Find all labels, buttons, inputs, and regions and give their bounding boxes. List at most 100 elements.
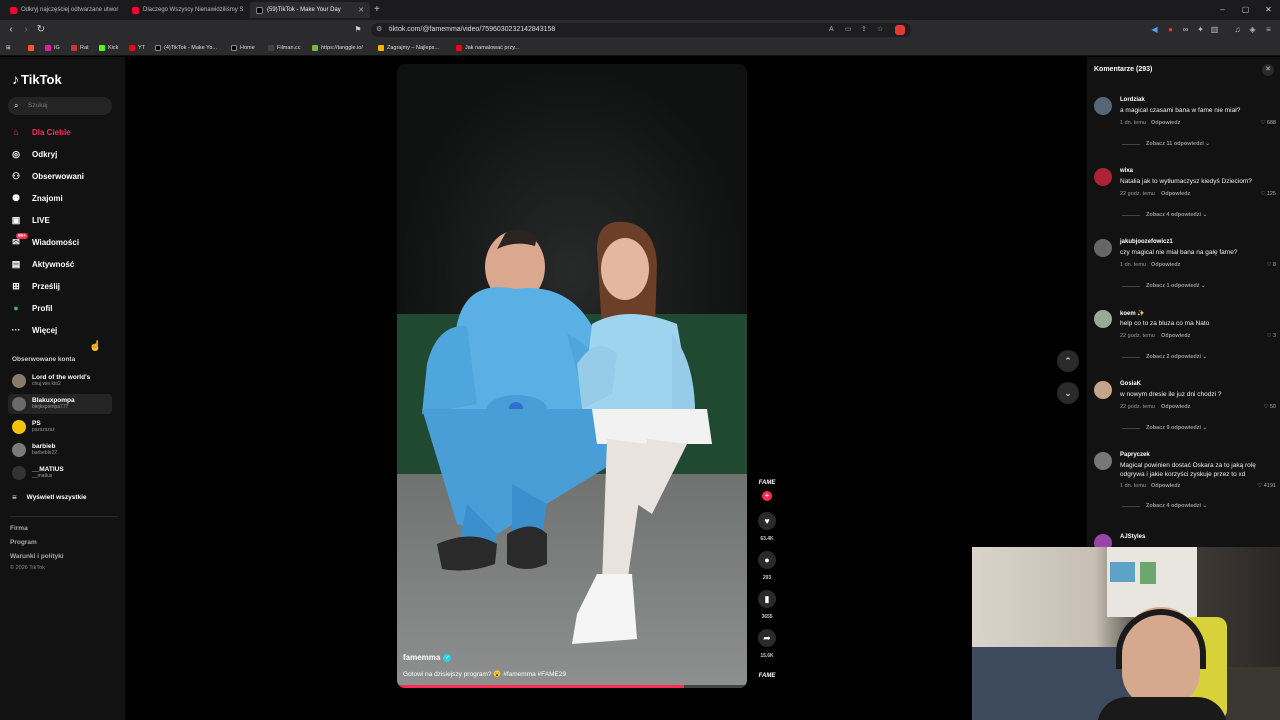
nav-more[interactable]: ··· Więcej: [10, 323, 120, 337]
video-player[interactable]: famemma ✓ Gotowi na dzisiejszy program? …: [397, 64, 747, 688]
close-tab-icon[interactable]: ✕: [354, 6, 364, 14]
followed-account[interactable]: Blakuxpompa blejkspompa777: [8, 394, 112, 414]
avatar[interactable]: [1094, 310, 1112, 328]
reply-button[interactable]: Odpowiedz: [1151, 483, 1180, 489]
comment-like-button[interactable]: ♡ 3: [1266, 333, 1276, 339]
comment-like-button[interactable]: ♡ 125: [1260, 191, 1276, 197]
reply-button[interactable]: Odpowiedz: [1161, 191, 1190, 197]
footer-link-terms[interactable]: Warunki i polityki: [10, 553, 64, 560]
extension-record-icon[interactable]: ●: [1166, 25, 1175, 34]
close-tab-icon[interactable]: ✕: [118, 6, 122, 14]
search-input[interactable]: ⌕ Szukaj: [8, 97, 112, 115]
view-replies-button[interactable]: Zobacz 1 odpowiedź ⌄: [1122, 283, 1206, 289]
comment-button[interactable]: ● 293: [757, 551, 777, 581]
address-bar[interactable]: ⚙ tiktok.com/@famemma/video/759603023214…: [371, 23, 911, 37]
screenshot-icon[interactable]: ▭: [845, 23, 852, 37]
vpn-icon[interactable]: ◈: [1248, 25, 1257, 34]
fame-logo[interactable]: FAME: [757, 480, 777, 486]
share-button[interactable]: ➦ 15.6K: [757, 629, 777, 659]
view-replies-button[interactable]: Zobacz 2 odpowiedzi ⌄: [1122, 354, 1207, 360]
show-all-button[interactable]: ≡ Wyświetl wszystkie: [12, 493, 87, 502]
video-author[interactable]: famemma ✓: [403, 653, 452, 662]
comment-username[interactable]: jakubjoozefowicz1: [1120, 239, 1173, 245]
tiktok-logo[interactable]: ♪ TikTok: [12, 71, 62, 87]
bookmark-page-icon[interactable]: ⚑: [352, 24, 364, 36]
back-arrow-icon[interactable]: ‹: [5, 24, 17, 36]
avatar[interactable]: [1094, 168, 1112, 186]
footer-link-company[interactable]: Firma: [10, 525, 28, 532]
next-video-button[interactable]: ⌄: [1057, 382, 1079, 404]
extensions-icon[interactable]: ✦: [1196, 25, 1205, 34]
comment-like-button[interactable]: ♡ 688: [1260, 120, 1276, 126]
avatar[interactable]: [1094, 97, 1112, 115]
comment-username[interactable]: Lordziak: [1120, 97, 1145, 103]
share-icon[interactable]: ⇪: [861, 23, 867, 37]
avatar[interactable]: [1094, 534, 1112, 547]
followed-account[interactable]: barbieb barbeble22: [8, 440, 112, 460]
bookmark-item[interactable]: YT: [129, 43, 145, 53]
followed-account[interactable]: __MATIUS __matius: [8, 463, 112, 483]
avatar[interactable]: [1094, 381, 1112, 399]
forward-arrow-icon[interactable]: ›: [20, 24, 32, 36]
close-window-button[interactable]: ✕: [1257, 0, 1280, 20]
like-button[interactable]: ♥ 63.4K: [757, 512, 777, 542]
bookmark-item[interactable]: IG: [45, 43, 60, 53]
save-button[interactable]: ▮ 3655: [757, 590, 777, 620]
browser-tab[interactable]: Odkryj najczęściej odtwarzane utwor ✕: [4, 2, 122, 18]
apps-grid-icon[interactable]: ⊞: [6, 43, 11, 53]
reply-button[interactable]: Odpowiedz: [1151, 262, 1180, 268]
comment-like-button[interactable]: ♡ 8: [1266, 262, 1276, 268]
nav-live[interactable]: ▣ LIVE: [10, 213, 120, 227]
view-replies-button[interactable]: Zobacz 11 odpowiedzi ⌄: [1122, 141, 1210, 147]
comment-username[interactable]: GosiaK: [1120, 381, 1141, 387]
nav-activity[interactable]: ▤ Aktywność: [10, 257, 120, 271]
nav-messages[interactable]: ✉ 99+ Wiadomości: [10, 233, 120, 249]
bookmark-item[interactable]: (4)TikTok - Make Yo...: [155, 43, 217, 53]
star-icon[interactable]: ☆: [877, 23, 883, 37]
music-icon[interactable]: ♫: [1233, 25, 1242, 34]
view-replies-button[interactable]: Zobacz 9 odpowiedzi ⌄: [1122, 425, 1207, 431]
comment-username[interactable]: Papryczek: [1120, 452, 1150, 458]
nav-friends[interactable]: ⚉ Znajomi: [10, 191, 120, 205]
comment-username[interactable]: AJStyles: [1120, 534, 1145, 540]
footer-link-program[interactable]: Program: [10, 539, 37, 546]
comment-username[interactable]: koem ✨: [1120, 310, 1145, 317]
reload-icon[interactable]: ↻: [35, 24, 47, 36]
nav-explore[interactable]: ◎ Odkryj: [10, 147, 120, 161]
comment-like-button[interactable]: ♡ 50: [1263, 404, 1276, 410]
reply-button[interactable]: Odpowiedz: [1161, 333, 1190, 339]
brave-shield-icon[interactable]: [895, 25, 905, 35]
close-icon[interactable]: ✕: [1262, 64, 1274, 76]
extension-glasses-icon[interactable]: ∞: [1181, 25, 1190, 34]
nav-following[interactable]: ⚇ Obserwowani: [10, 169, 120, 183]
sidebar-toggle-icon[interactable]: ▥: [1210, 25, 1219, 34]
new-tab-button[interactable]: +: [374, 4, 380, 15]
reply-button[interactable]: Odpowiedz: [1151, 120, 1180, 126]
nav-profile[interactable]: ● Profil: [10, 301, 120, 315]
bookmark-item[interactable]: Zagrajmy – Najleps...: [378, 43, 439, 53]
fame-sound-disc[interactable]: FAME: [757, 673, 777, 679]
bookmark-item[interactable]: Home: [231, 43, 255, 53]
translate-icon[interactable]: A: [829, 23, 834, 37]
nav-for-you[interactable]: ⌂ Dla Ciebie: [10, 125, 120, 139]
view-replies-button[interactable]: Zobacz 4 odpowiedzi ⌄: [1122, 503, 1207, 509]
maximize-button[interactable]: ▢: [1234, 0, 1257, 20]
bookmark-item[interactable]: Kick: [99, 43, 118, 53]
reply-button[interactable]: Odpowiedz: [1161, 404, 1190, 410]
bookmark-item[interactable]: Rat: [71, 43, 89, 53]
bookmark-item[interactable]: Filman.cc: [268, 43, 301, 53]
menu-icon[interactable]: ≡: [1264, 25, 1273, 34]
avatar[interactable]: [1094, 452, 1112, 470]
view-replies-button[interactable]: Zobacz 4 odpowiedzi ⌄: [1122, 212, 1207, 218]
follow-plus-icon[interactable]: +: [762, 491, 772, 501]
browser-tab-active[interactable]: (59)TikTok - Make Your Day ✕: [250, 2, 370, 18]
comment-like-button[interactable]: ♡ 4191: [1257, 483, 1276, 489]
bookmark-item[interactable]: https://tanggle.io/: [312, 43, 363, 53]
bookmark-item[interactable]: Jak namalować przy...: [456, 43, 519, 53]
followed-account[interactable]: Lord of the world's chuj.wie.kto2: [8, 371, 112, 391]
followed-account[interactable]: PS pszszszsz: [8, 417, 112, 437]
nav-upload[interactable]: ⊞ Prześlij: [10, 279, 120, 293]
avatar[interactable]: [1094, 239, 1112, 257]
audio-playing-icon[interactable]: ◀: [1150, 25, 1159, 34]
video-progress-bar[interactable]: [397, 685, 747, 688]
